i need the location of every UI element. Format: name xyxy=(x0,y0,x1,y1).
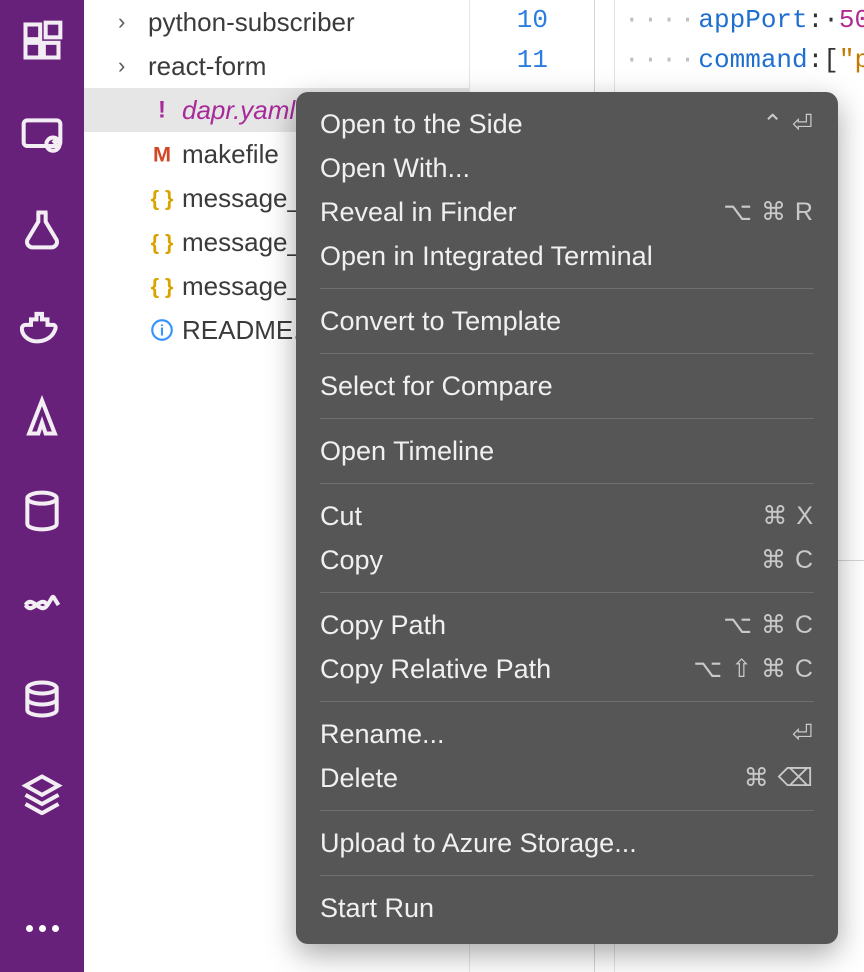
menu-item-label: Cut xyxy=(320,501,362,532)
file-label: dapr.yaml xyxy=(182,95,295,126)
knot-icon[interactable] xyxy=(17,580,67,630)
menu-item-label: Start Run xyxy=(320,893,434,924)
azure-icon[interactable] xyxy=(17,392,67,442)
menu-item[interactable]: Copy Path ⌥ ⌘ C xyxy=(296,603,838,647)
code-line: ····command:["py xyxy=(624,40,864,80)
svg-text:!: ! xyxy=(158,97,166,123)
braces-icon: { } xyxy=(148,185,176,211)
braces-icon: { } xyxy=(148,229,176,255)
menu-separator xyxy=(320,483,814,484)
menu-item-shortcut: ⌃ ⏎ xyxy=(762,109,814,139)
layers-icon[interactable] xyxy=(17,768,67,818)
menu-separator xyxy=(320,701,814,702)
exclaim-icon: ! xyxy=(148,97,176,123)
database-icon[interactable] xyxy=(17,486,67,536)
extensions-icon[interactable] xyxy=(17,16,67,66)
menu-item-label: Copy xyxy=(320,545,383,576)
menu-item-label: Reveal in Finder xyxy=(320,197,517,228)
file-label: python-subscriber xyxy=(148,7,355,38)
svg-text:{ }: { } xyxy=(151,230,174,255)
file-label: makefile xyxy=(182,139,279,170)
folder-row[interactable]: ›python-subscriber xyxy=(84,0,469,44)
info-icon: i xyxy=(148,317,176,343)
menu-item[interactable]: Open to the Side ⌃ ⏎ xyxy=(296,102,838,146)
menu-item[interactable]: Copy ⌘ C xyxy=(296,538,838,582)
svg-text:M: M xyxy=(153,142,171,167)
activity-bar xyxy=(0,0,84,972)
remote-explorer-icon[interactable] xyxy=(17,110,67,160)
svg-text:{ }: { } xyxy=(151,186,174,211)
menu-separator xyxy=(320,418,814,419)
menu-item[interactable]: Copy Relative Path ⌥ ⇧ ⌘ C xyxy=(296,647,838,691)
menu-item-label: Open Timeline xyxy=(320,436,494,467)
menu-separator xyxy=(320,875,814,876)
menu-item[interactable]: Open Timeline xyxy=(296,429,838,473)
menu-item[interactable]: Reveal in Finder ⌥ ⌘ R xyxy=(296,190,838,234)
menu-item-label: Select for Compare xyxy=(320,371,553,402)
menu-item-label: Upload to Azure Storage... xyxy=(320,828,637,859)
menu-separator xyxy=(320,592,814,593)
file-label: react-form xyxy=(148,51,266,82)
code-line: ····appPort:·5001 xyxy=(624,0,864,40)
testing-icon[interactable] xyxy=(17,204,67,254)
menu-item-label: Convert to Template xyxy=(320,306,561,337)
menu-item[interactable]: Open in Integrated Terminal xyxy=(296,234,838,278)
menu-item[interactable]: Delete ⌘ ⌫ xyxy=(296,756,838,800)
menu-item-shortcut: ⌥ ⌘ R xyxy=(723,197,814,227)
menu-item-label: Open in Integrated Terminal xyxy=(320,241,653,272)
docker-icon[interactable] xyxy=(17,298,67,348)
mfile-icon: M xyxy=(148,141,176,167)
folder-row[interactable]: ›react-form xyxy=(84,44,469,88)
more-icon[interactable] xyxy=(26,925,59,932)
menu-item-shortcut: ⌘ ⌫ xyxy=(744,763,814,793)
menu-item-label: Delete xyxy=(320,763,398,794)
data-icon[interactable] xyxy=(17,674,67,724)
menu-item-shortcut: ⌘ X xyxy=(762,501,814,531)
menu-item[interactable]: Select for Compare xyxy=(296,364,838,408)
svg-text:i: i xyxy=(160,322,164,339)
context-menu: Open to the Side ⌃ ⏎ Open With... Reveal in… xyxy=(296,92,838,944)
menu-item-label: Copy Relative Path xyxy=(320,654,551,685)
menu-item-shortcut: ⏎ xyxy=(792,719,814,749)
chevron-right-icon: › xyxy=(118,53,142,79)
menu-separator xyxy=(320,288,814,289)
menu-item-shortcut: ⌘ C xyxy=(761,545,814,575)
menu-item[interactable]: Cut ⌘ X xyxy=(296,494,838,538)
line-number: 11 xyxy=(470,40,548,80)
menu-item[interactable]: Start Run xyxy=(296,886,838,930)
menu-item[interactable]: Convert to Template xyxy=(296,299,838,343)
menu-item-label: Rename... xyxy=(320,719,445,750)
menu-item-shortcut: ⌥ ⌘ C xyxy=(723,610,814,640)
braces-icon: { } xyxy=(148,273,176,299)
line-number: 10 xyxy=(470,0,548,40)
chevron-right-icon: › xyxy=(118,9,142,35)
menu-separator xyxy=(320,353,814,354)
svg-text:{ }: { } xyxy=(151,274,174,299)
menu-item-label: Open to the Side xyxy=(320,109,523,140)
menu-item-label: Copy Path xyxy=(320,610,446,641)
menu-item-shortcut: ⌥ ⇧ ⌘ C xyxy=(693,654,814,684)
menu-separator xyxy=(320,810,814,811)
menu-item-label: Open With... xyxy=(320,153,470,184)
menu-item[interactable]: Open With... xyxy=(296,146,838,190)
menu-item[interactable]: Rename... ⏎ xyxy=(296,712,838,756)
line-number-gutter: 1011 xyxy=(470,0,564,80)
menu-item[interactable]: Upload to Azure Storage... xyxy=(296,821,838,865)
